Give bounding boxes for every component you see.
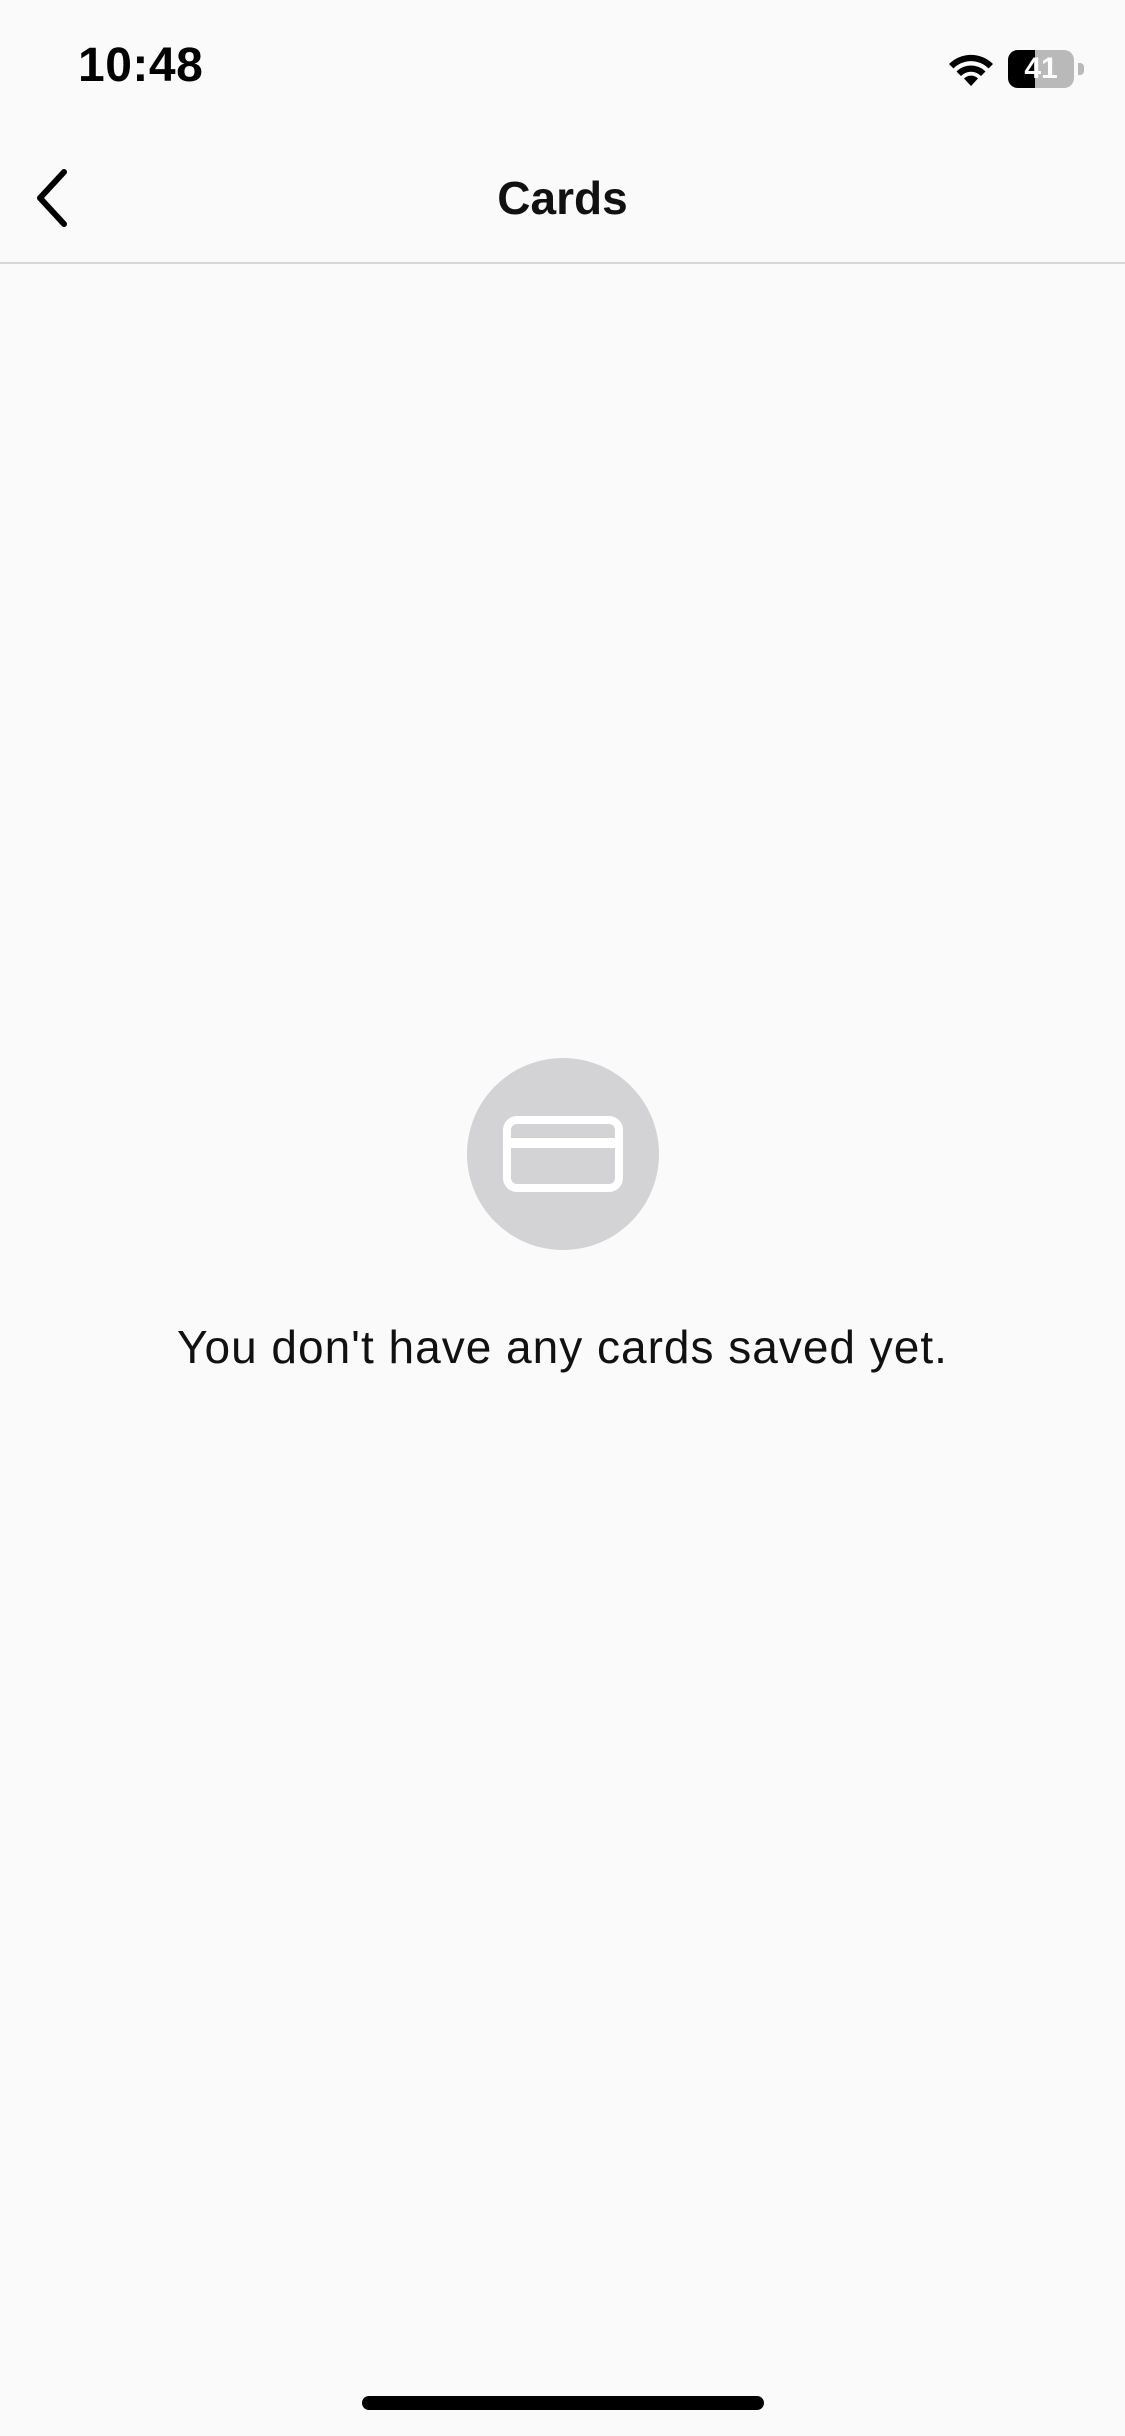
- home-indicator[interactable]: [362, 2396, 764, 2410]
- status-bar: 10:48 41: [0, 0, 1125, 132]
- navigation-bar: Cards: [0, 132, 1125, 264]
- empty-state-icon-circle: [466, 1058, 659, 1250]
- back-button[interactable]: [12, 158, 92, 238]
- page-title: Cards: [497, 172, 628, 224]
- battery-icon: 41: [1008, 50, 1084, 88]
- empty-state: You don't have any cards saved yet.: [0, 1058, 1125, 1374]
- credit-card-icon: [502, 1116, 623, 1192]
- battery-level: 41: [1024, 52, 1058, 85]
- chevron-left-icon: [37, 169, 67, 227]
- status-time: 10:48: [78, 39, 204, 92]
- empty-state-message: You don't have any cards saved yet.: [177, 1321, 948, 1373]
- wifi-icon: [946, 50, 996, 88]
